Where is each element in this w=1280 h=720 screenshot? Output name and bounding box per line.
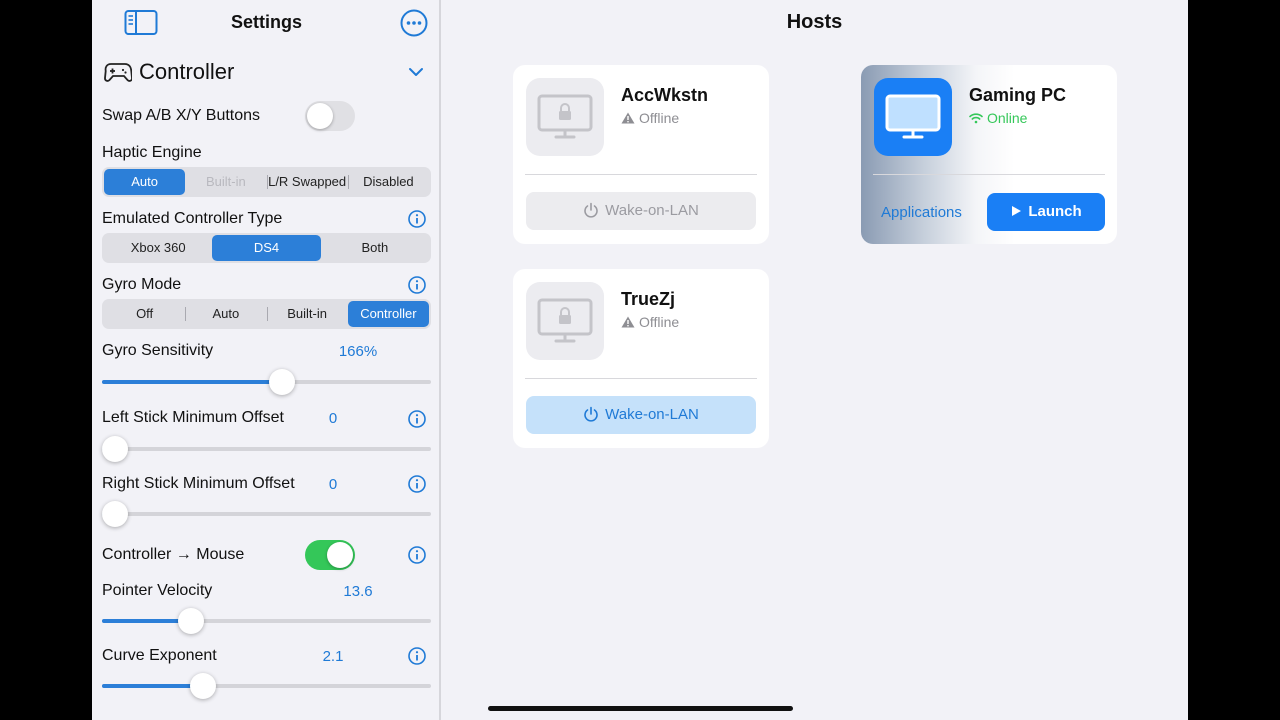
wake-on-lan-label: Wake-on-LAN: [605, 406, 699, 423]
play-icon: [1012, 206, 1022, 216]
controller-section-header[interactable]: Controller: [102, 56, 432, 88]
slider-thumb[interactable]: [268, 369, 295, 395]
haptic-option-lr-swapped[interactable]: L/R Swapped: [266, 169, 348, 195]
info-icon[interactable]: [408, 546, 426, 564]
locked-monitor-icon: [537, 94, 593, 139]
host-status: Offline: [621, 314, 679, 330]
toggle-knob: [327, 542, 353, 568]
divider: [525, 174, 757, 175]
gyro-mode-segmented: Off Auto Built-in Controller: [102, 299, 431, 329]
gamepad-icon: [104, 61, 133, 83]
right-stick-offset-label: Right Stick Minimum Offset: [102, 475, 295, 492]
slider-thumb[interactable]: [102, 501, 128, 527]
info-icon[interactable]: [408, 276, 426, 294]
info-icon[interactable]: [408, 410, 426, 428]
controller-mouse-label: Controller → Mouse: [102, 546, 245, 563]
haptic-option-auto[interactable]: Auto: [104, 169, 186, 195]
controller-mouse-toggle[interactable]: [305, 540, 355, 570]
host-card[interactable]: AccWkstn Offline Wake-on-LAN: [513, 65, 769, 244]
pointer-velocity-slider[interactable]: [102, 607, 431, 635]
emulated-option-both[interactable]: Both: [321, 235, 429, 261]
info-icon[interactable]: [408, 475, 426, 493]
sidebar-toolbar: Settings: [92, 0, 441, 46]
wake-on-lan-button[interactable]: Wake-on-LAN: [526, 396, 756, 434]
hosts-title: Hosts: [786, 11, 843, 33]
slider-track: [102, 512, 431, 516]
emulated-controller-label: Emulated Controller Type: [102, 210, 283, 227]
pointer-velocity-label: Pointer Velocity: [102, 582, 213, 599]
haptic-option-disabled[interactable]: Disabled: [347, 169, 429, 195]
host-status: Offline: [621, 110, 679, 126]
locked-monitor-icon: [537, 298, 593, 343]
host-card[interactable]: TrueZj Offline Wake-on-LAN: [513, 269, 769, 448]
host-thumbnail: [526, 78, 604, 156]
haptic-option-built-in: Built-in: [206, 174, 246, 189]
gyro-option-off[interactable]: Off: [104, 301, 185, 327]
divider: [873, 174, 1105, 175]
slider-thumb[interactable]: [102, 436, 128, 462]
slider-thumb[interactable]: [189, 673, 216, 699]
host-status-text: Online: [987, 110, 1028, 126]
emulated-option-ds4[interactable]: DS4: [212, 235, 321, 261]
haptic-engine-segmented: Auto Built-in L/R Swapped Disabled: [102, 167, 431, 197]
host-status-text: Offline: [639, 314, 680, 330]
wake-on-lan-label: Wake-on-LAN: [605, 202, 699, 219]
toggle-knob: [307, 103, 333, 129]
left-stick-offset-value: 0: [328, 410, 338, 427]
info-icon[interactable]: [408, 210, 426, 228]
chevron-down-icon[interactable]: [408, 65, 424, 79]
host-thumbnail: [526, 282, 604, 360]
right-stick-offset-value: 0: [328, 476, 338, 493]
host-card[interactable]: Gaming PC Online Applications Launch: [861, 65, 1117, 244]
wake-on-lan-button[interactable]: Wake-on-LAN: [526, 192, 756, 230]
power-icon: [584, 202, 598, 218]
more-options-icon[interactable]: [400, 9, 428, 37]
emulated-option-xbox360[interactable]: Xbox 360: [104, 235, 212, 261]
gyro-option-controller[interactable]: Controller: [347, 301, 429, 327]
section-title: Controller: [139, 59, 235, 84]
launch-button[interactable]: Launch: [987, 193, 1105, 231]
host-name: AccWkstn: [621, 85, 709, 105]
left-stick-offset-label: Left Stick Minimum Offset: [102, 409, 284, 426]
host-status: Online: [969, 110, 1027, 126]
slider-fill: [102, 684, 203, 688]
slider-track: [102, 447, 431, 451]
host-name: Gaming PC: [969, 85, 1067, 105]
slider-thumb[interactable]: [177, 608, 204, 634]
sidebar-title: Settings: [230, 12, 302, 32]
right-stick-offset-slider[interactable]: [102, 500, 431, 528]
curve-exponent-label: Curve Exponent: [102, 647, 217, 664]
applications-link[interactable]: Applications: [881, 204, 962, 221]
gyro-sensitivity-slider[interactable]: [102, 368, 431, 396]
warning-icon: [621, 112, 635, 124]
emulated-controller-segmented: Xbox 360 DS4 Both: [102, 233, 431, 263]
home-indicator: [488, 706, 793, 711]
divider: [525, 378, 757, 379]
power-icon: [584, 406, 598, 422]
curve-exponent-slider[interactable]: [102, 672, 431, 700]
gyro-sensitivity-label: Gyro Sensitivity: [102, 342, 214, 359]
warning-icon: [621, 316, 635, 328]
wifi-icon: [969, 113, 983, 124]
launch-label: Launch: [1028, 203, 1082, 220]
monitor-icon: [885, 94, 941, 139]
settings-sidebar: Settings Controller Swap A/B X/Y Buttons…: [92, 0, 441, 720]
info-icon[interactable]: [408, 647, 426, 665]
gyro-option-built-in[interactable]: Built-in: [266, 301, 348, 327]
left-stick-offset-slider[interactable]: [102, 435, 431, 463]
pointer-velocity-value: 13.6: [343, 583, 373, 600]
gyro-option-auto[interactable]: Auto: [185, 301, 266, 327]
curve-exponent-value: 2.1: [322, 648, 344, 665]
host-status-text: Offline: [639, 110, 680, 126]
gyro-sensitivity-value: 166%: [338, 343, 378, 360]
haptic-engine-label: Haptic Engine: [102, 144, 202, 161]
host-name: TrueZj: [621, 289, 676, 309]
swap-ab-label: Swap A/B X/Y Buttons: [102, 107, 261, 124]
slider-fill: [102, 380, 282, 384]
gyro-mode-label: Gyro Mode: [102, 276, 182, 293]
swap-ab-toggle[interactable]: [305, 101, 355, 131]
host-thumbnail: [874, 78, 952, 156]
app-window: Settings Controller Swap A/B X/Y Buttons…: [92, 0, 1188, 720]
